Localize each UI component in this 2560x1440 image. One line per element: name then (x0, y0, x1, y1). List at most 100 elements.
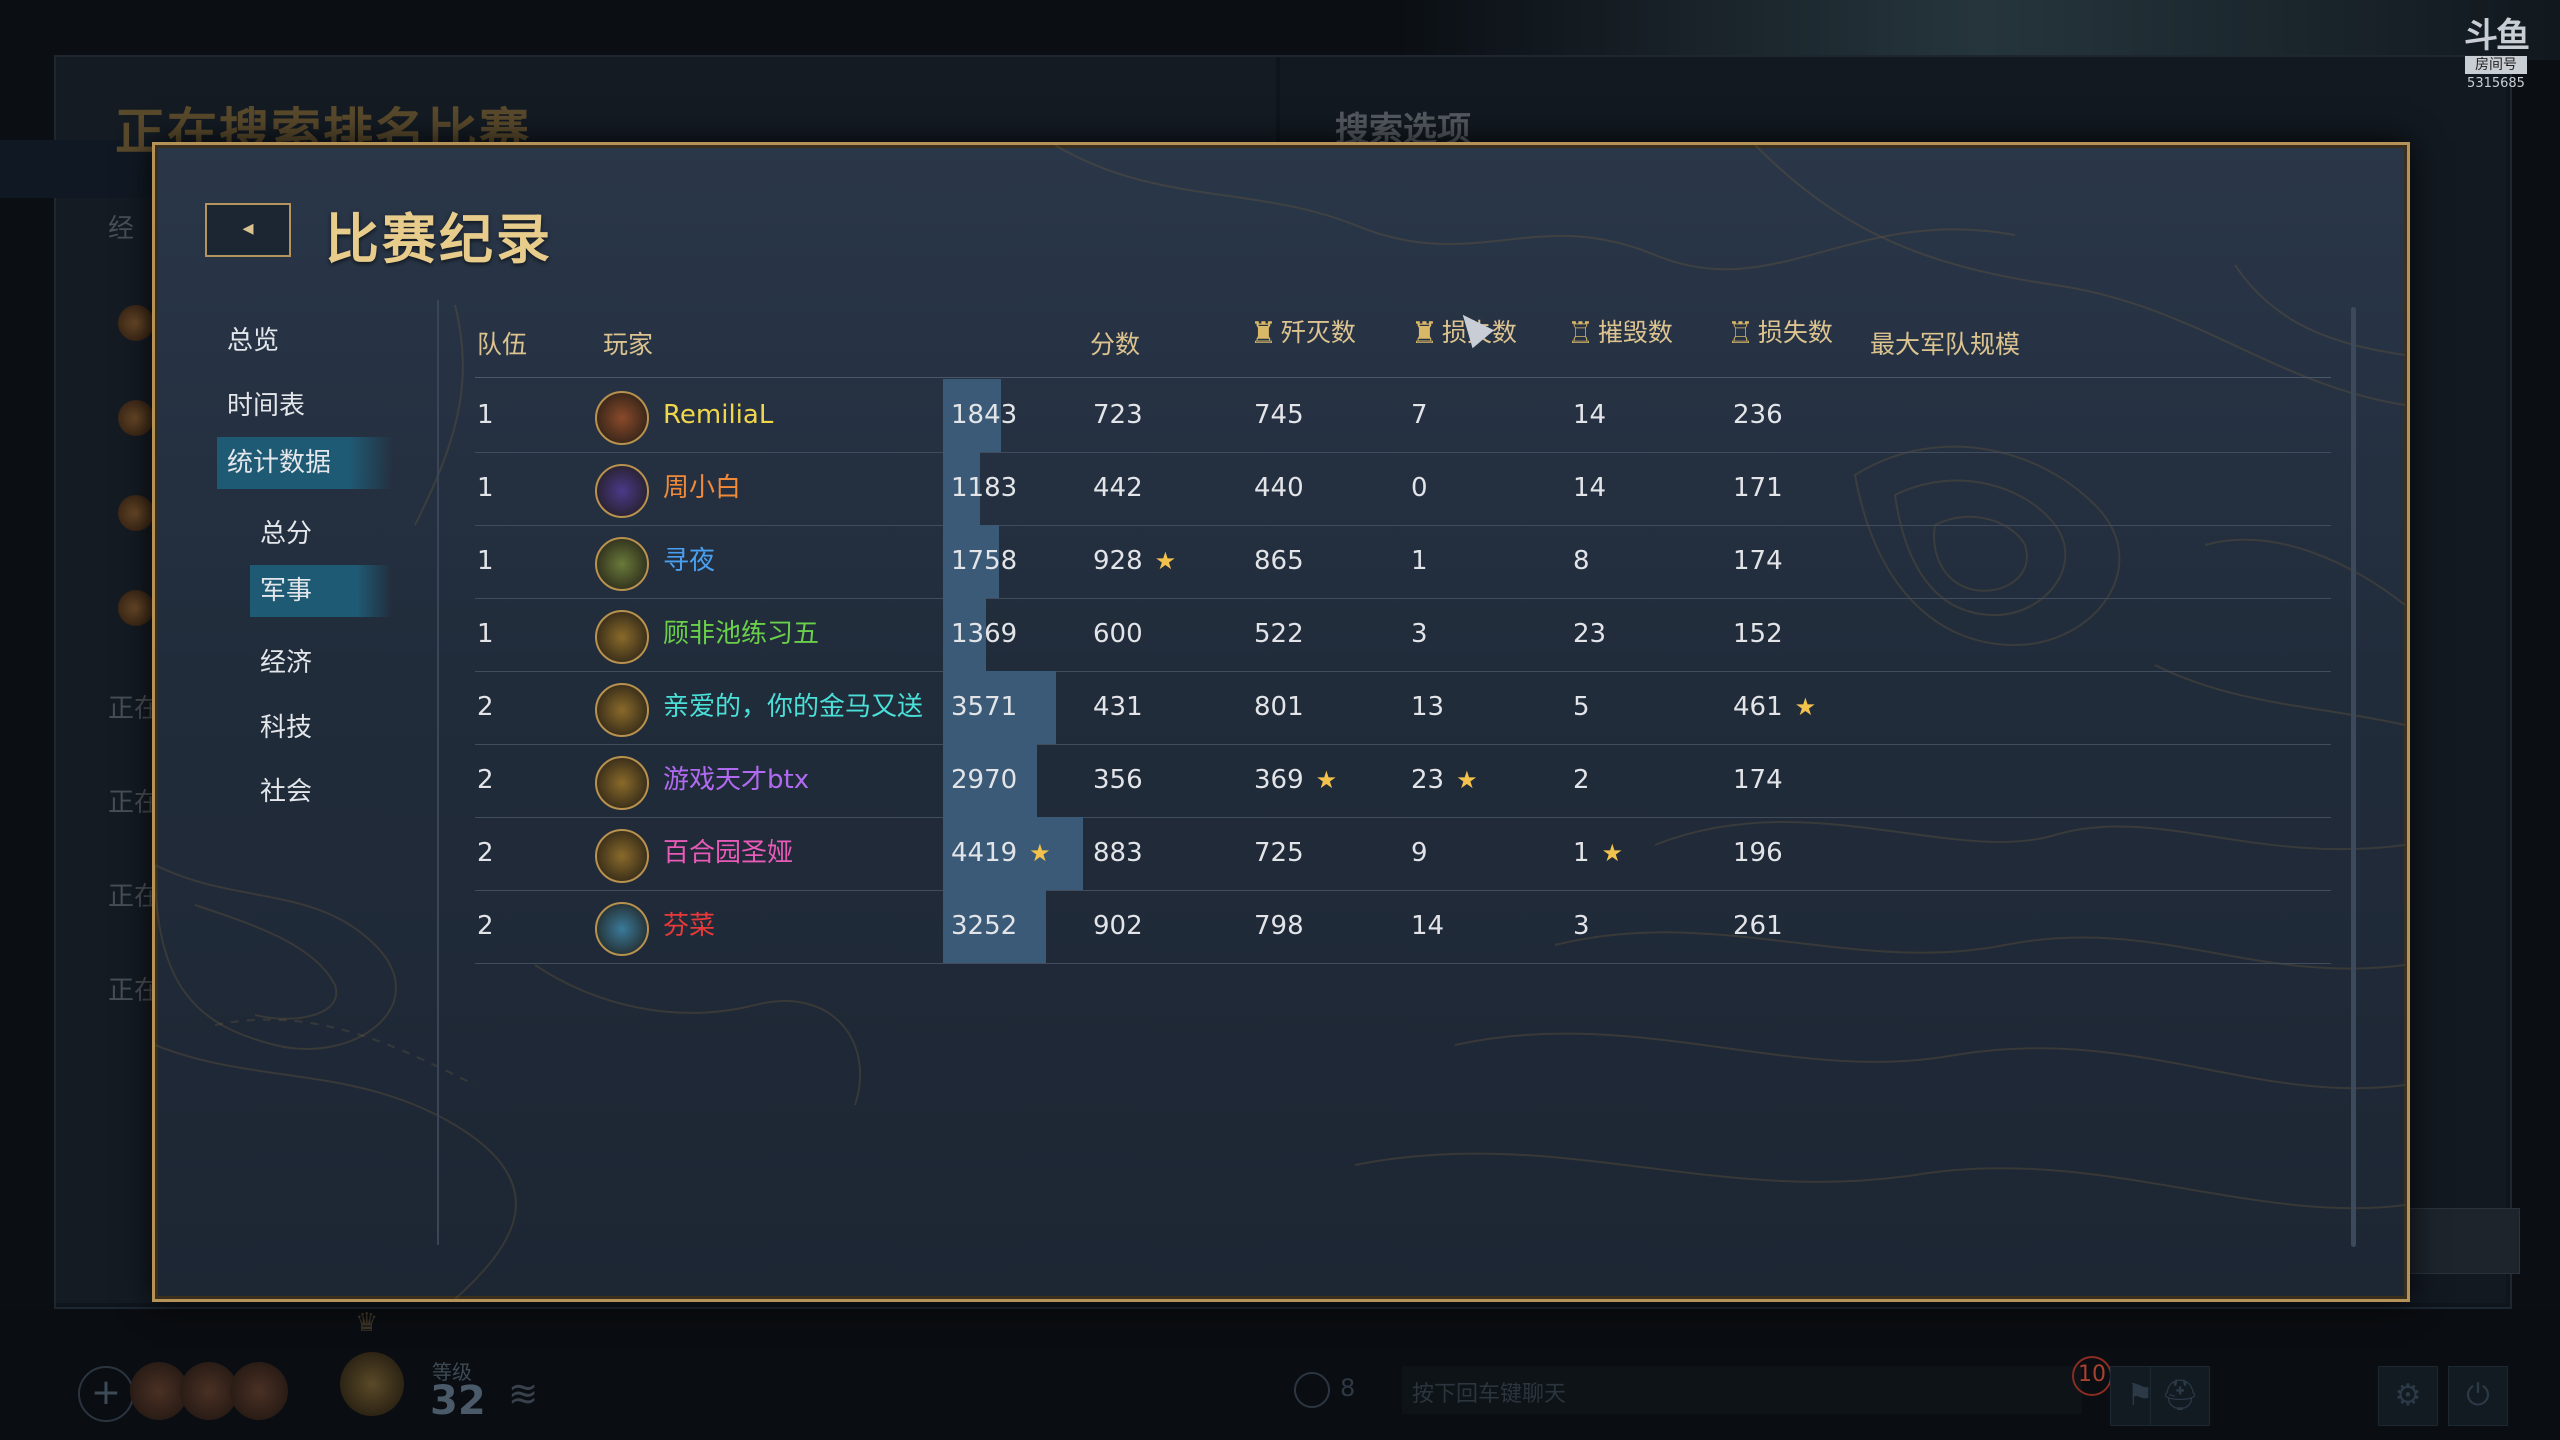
team-cell: 2 (477, 744, 494, 817)
lost-buildings-cell: 14 (1573, 452, 1606, 525)
chat-placeholder: 按下回车键聊天 (1412, 1382, 1567, 1407)
nav-military[interactable]: 军事 (250, 565, 392, 617)
player-name[interactable]: 顾非池练习五 (663, 598, 819, 671)
wifi-icon: ≋ (508, 1374, 539, 1415)
power-button[interactable]: ⏻ (2448, 1366, 2508, 1426)
party-avatar[interactable] (230, 1362, 288, 1420)
nav-overview[interactable]: 总览 (227, 320, 279, 357)
table-row[interactable]: 2 游戏天才btx 2970 356 369 ★ 23 ★ 2 174 (475, 744, 2331, 818)
header-lost-buildings-label: 损失数 (1757, 318, 1833, 347)
player-avatar[interactable] (595, 610, 649, 664)
nav-technology[interactable]: 科技 (260, 707, 312, 744)
nav-divider (437, 300, 439, 1245)
player-avatar[interactable] (595, 683, 649, 737)
max-army-cell: 171 (1733, 452, 1783, 525)
player-name[interactable]: 周小白 (663, 452, 741, 525)
player-name[interactable]: RemiliaL (663, 379, 773, 452)
chat-input[interactable]: 按下回车键聊天 (1402, 1366, 2082, 1414)
soldier-icon: ♜ (1250, 316, 1277, 351)
player-emblem[interactable] (340, 1352, 404, 1416)
table-row[interactable]: 1 RemiliaL 1843 723 745 7 14 236 (475, 379, 2331, 453)
player-avatar[interactable] (595, 391, 649, 445)
nav-total-score[interactable]: 总分 (260, 513, 312, 550)
lobby-search-button[interactable] (2408, 1208, 2520, 1274)
header-kills[interactable]: ♜ 歼灭数 (1250, 313, 1356, 351)
soldier-icon: ♜ (1411, 316, 1438, 351)
header-destroyed[interactable]: ♖ 摧毁数 (1567, 313, 1673, 351)
team-cell-value: 2 (477, 911, 494, 941)
destroyed-cell: 9 (1411, 817, 1428, 890)
clan-button[interactable]: ⛑ (2150, 1366, 2210, 1426)
player-name-label: RemiliaL (663, 400, 774, 430)
kills-cell-value: 431 (1093, 692, 1143, 722)
max-army-cell-value: 174 (1733, 546, 1783, 576)
player-avatar[interactable] (595, 537, 649, 591)
score-cell-value: 4419 (951, 838, 1018, 868)
player-name[interactable]: 芬菜 (663, 890, 715, 963)
gear-icon: ⚙ (2394, 1378, 2422, 1413)
settings-button[interactable]: ⚙ (2378, 1366, 2438, 1426)
destroyed-cell-value: 13 (1411, 692, 1445, 722)
header-player: 玩家 (603, 330, 654, 359)
kills-cell: 600 (1093, 598, 1143, 671)
table-row[interactable]: 2 百合园圣娅 4419 ★ 883 725 9 1 ★ 196 (475, 817, 2331, 891)
player-avatar[interactable] (595, 902, 649, 956)
kills-cell-value: 928 (1093, 546, 1143, 576)
lost-buildings-cell: 2 (1573, 744, 1590, 817)
team-cell: 2 (477, 890, 494, 963)
max-army-cell-value: 196 (1733, 838, 1783, 868)
dialog-title: 比赛纪录 (325, 208, 553, 271)
nav-economy[interactable]: 经济 (260, 642, 312, 679)
losses-cell-value: 745 (1254, 400, 1304, 430)
score-cell-value: 3252 (951, 911, 1018, 941)
player-avatar[interactable] (595, 464, 649, 518)
player-name[interactable]: 寻夜 (663, 525, 715, 598)
team-cell-value: 2 (477, 838, 494, 868)
table-row[interactable]: 2 芬菜 3252 902 798 14 3 261 (475, 890, 2331, 964)
team-cell: 2 (477, 817, 494, 890)
power-icon: ⏻ (2466, 1378, 2490, 1413)
header-max-army[interactable]: 最大军队规模 (1870, 325, 2020, 361)
table-row[interactable]: 2 亲爱的，你的金马又送 3571 431 801 13 5 461 ★ (475, 671, 2331, 745)
chat-user-icon (1294, 1372, 1330, 1408)
score-cell: 1183 (951, 452, 1017, 525)
kills-cell: 356 (1093, 744, 1143, 817)
match-record-dialog: ◂ 比赛纪录 总览 时间表 统计数据 总分 军事 经济 科技 社会 队伍 玩家 … (152, 142, 2410, 1302)
lost-buildings-cell-value: 1 (1573, 838, 1590, 868)
max-army-cell: 236 (1733, 379, 1783, 452)
header-lost-buildings[interactable]: ♖ 损失数 (1727, 313, 1833, 351)
destroyed-cell: 3 (1411, 598, 1428, 671)
nav-timeline[interactable]: 时间表 (227, 385, 305, 422)
team-cell-value: 1 (477, 619, 494, 649)
destroyed-cell-value: 0 (1411, 473, 1428, 503)
kills-cell: 902 (1093, 890, 1143, 963)
team-cell: 1 (477, 598, 494, 671)
table-row[interactable]: 1 周小白 1183 442 440 0 14 171 (475, 452, 2331, 526)
nav-statistics[interactable]: 统计数据 (217, 437, 393, 489)
table-row[interactable]: 1 寻夜 1758 928 ★ 865 1 8 174 (475, 525, 2331, 599)
losses-cell: 725 (1254, 817, 1304, 890)
max-army-cell: 261 (1733, 890, 1783, 963)
lost-buildings-cell-value: 14 (1573, 400, 1607, 430)
header-score[interactable]: 分数 (1090, 325, 1140, 361)
destroyed-cell-value: 3 (1411, 619, 1428, 649)
add-friend-button[interactable]: + (78, 1366, 134, 1422)
nav-society[interactable]: 社会 (260, 771, 312, 808)
player-name[interactable]: 亲爱的，你的金马又送 (663, 671, 923, 744)
notification-badge[interactable]: 10 (2072, 1356, 2112, 1396)
player-avatar[interactable] (595, 829, 649, 883)
player-avatar[interactable] (595, 756, 649, 810)
losses-cell-value: 798 (1254, 911, 1304, 941)
lobby-emblem (118, 590, 154, 626)
player-name-label: 顾非池练习五 (663, 619, 820, 649)
back-button[interactable]: ◂ (205, 203, 291, 257)
destroyed-cell-value: 23 (1411, 765, 1445, 795)
background-glow (1400, 0, 2560, 60)
chat-user-count: 8 (1340, 1374, 1356, 1402)
team-cell: 2 (477, 671, 494, 744)
player-name[interactable]: 百合园圣娅 (663, 817, 793, 890)
losses-cell: 440 (1254, 452, 1304, 525)
scrollbar[interactable] (2351, 307, 2356, 1247)
player-name[interactable]: 游戏天才btx (663, 744, 809, 817)
table-row[interactable]: 1 顾非池练习五 1369 600 522 3 23 152 (475, 598, 2331, 672)
